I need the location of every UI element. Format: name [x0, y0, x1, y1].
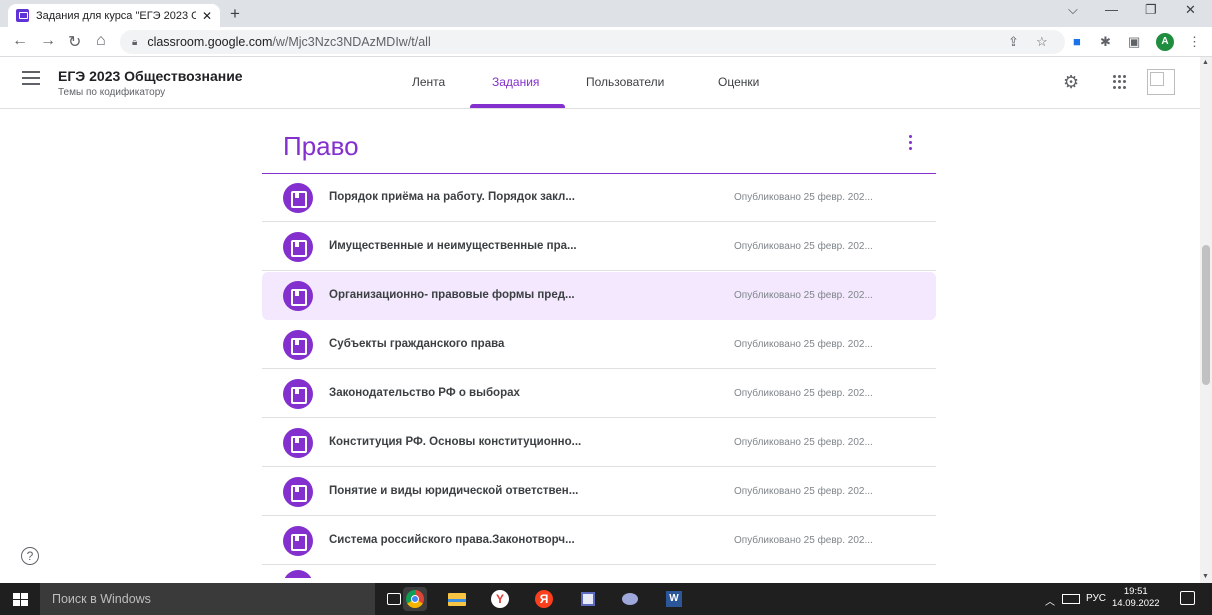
yandex-browser-icon[interactable]: Y — [488, 587, 512, 611]
assignment-date: Опубликовано 25 февр. 202... — [734, 486, 873, 497]
browser-toolbar: ← → ↻ ⌂ 🔒︎ classroom.google.com /w/Mjc3N… — [0, 27, 1212, 57]
windows-start-icon[interactable] — [13, 593, 28, 606]
chrome-taskbar-icon[interactable] — [403, 587, 427, 611]
assignment-row[interactable]: Имущественные и неимущественные пра... Оп… — [262, 223, 936, 271]
assignment-row[interactable]: Субъекты гражданского права Опубликовано … — [262, 321, 936, 369]
assignment-date: Опубликовано 25 февр. 202... — [734, 241, 873, 252]
assignment-date: Опубликовано 25 февр. 202... — [734, 339, 873, 350]
assignment-date: Опубликовано 25 февр. 202... — [734, 192, 873, 203]
tab-grades[interactable]: Оценки — [718, 75, 759, 89]
windows-search-box[interactable]: Поиск в Windows — [40, 583, 375, 615]
assignment-row[interactable]: Конституция РФ. Основы конституционно...… — [262, 419, 936, 467]
assignment-date: Опубликовано 25 февр. 202... — [734, 535, 873, 546]
close-tab-icon[interactable]: ✕ — [202, 9, 212, 23]
assignment-row[interactable]: Организационно- правовые формы пред... Оп… — [262, 272, 936, 320]
keyboard-icon[interactable] — [1062, 594, 1080, 604]
side-panel-icon[interactable]: ▣ — [1128, 34, 1140, 50]
assignment-icon — [283, 477, 313, 507]
clock-time: 19:51 — [1123, 586, 1148, 597]
word-app-icon[interactable]: W — [662, 587, 686, 611]
assignment-title: Порядок приёма на работу. Порядок закл..… — [329, 191, 575, 203]
assignment-title: Система российского права.Законотворч... — [329, 534, 575, 546]
tab-search-icon[interactable]: ⌵ — [1068, 2, 1078, 18]
course-subtitle: Темы по кодификатору — [58, 87, 166, 98]
google-apps-icon[interactable] — [1113, 75, 1127, 89]
assignment-title: Субъекты гражданского права — [329, 338, 505, 350]
assignment-icon — [283, 379, 313, 409]
browser-menu-icon[interactable]: ⋮ — [1188, 34, 1201, 50]
tab-title: Задания для курса "ЕГЭ 2023 Об — [36, 9, 196, 22]
assignment-row[interactable]: Законодательство РФ о выборах Опубликован… — [262, 370, 936, 418]
browser-tab-strip: Задания для курса "ЕГЭ 2023 Об ✕ + ⌵ — ❐… — [0, 0, 1212, 27]
assignment-icon — [283, 526, 313, 556]
assignment-icon — [283, 570, 313, 578]
forward-icon[interactable]: → — [40, 32, 56, 50]
assignment-row-partial[interactable] — [262, 566, 936, 578]
assignment-icon — [283, 428, 313, 458]
scrollbar-thumb[interactable] — [1202, 245, 1210, 385]
windows-taskbar: Поиск в Windows Y Я W ︿ РУС — [0, 583, 1212, 615]
language-indicator[interactable]: РУС — [1086, 593, 1106, 604]
back-icon[interactable]: ← — [12, 32, 28, 50]
assignment-title: Законодательство РФ о выборах — [329, 387, 520, 399]
profile-avatar[interactable]: A — [1156, 33, 1174, 51]
assignment-date: Опубликовано 25 февр. 202... — [734, 437, 873, 448]
yandex-icon[interactable]: Я — [532, 587, 556, 611]
hamburger-menu-icon[interactable] — [22, 71, 40, 85]
topic-title: Право — [283, 131, 359, 161]
reload-icon[interactable]: ↻ — [68, 32, 81, 52]
media-app-icon[interactable] — [618, 587, 642, 611]
share-icon[interactable]: ⇪ — [1008, 34, 1019, 50]
classroom-favicon-icon — [16, 9, 29, 22]
lock-icon: 🔒︎ — [132, 36, 138, 48]
topic-more-options-icon[interactable] — [905, 135, 915, 155]
assignment-title: Конституция РФ. Основы конституционно... — [329, 436, 582, 448]
assignment-row[interactable]: Система российского права.Законотворч...… — [262, 517, 936, 565]
new-tab-button[interactable]: + — [230, 4, 240, 24]
file-explorer-icon[interactable] — [445, 587, 469, 611]
assignment-icon — [283, 281, 313, 311]
browser-tab[interactable]: Задания для курса "ЕГЭ 2023 Об ✕ — [8, 4, 220, 27]
tray-chevron-icon[interactable]: ︿ — [1045, 593, 1055, 608]
assignment-icon — [283, 232, 313, 262]
classroom-header: ЕГЭ 2023 Обществознание Темы по кодифика… — [0, 57, 1200, 109]
settings-gear-icon[interactable]: ⚙ — [1063, 72, 1079, 93]
assignment-row[interactable]: Порядок приёма на работу. Порядок закл..… — [262, 174, 936, 222]
address-bar[interactable]: 🔒︎ classroom.google.com /w/Mjc3Nzc3NDAzM… — [120, 30, 1065, 54]
notifications-icon[interactable] — [1180, 591, 1195, 605]
assignment-icon — [283, 183, 313, 213]
account-avatar[interactable] — [1147, 69, 1175, 95]
scroll-up-icon[interactable]: ▲ — [1202, 59, 1209, 66]
extensions-puzzle-icon[interactable]: ✱ — [1100, 34, 1111, 50]
help-icon[interactable]: ? — [21, 547, 39, 565]
restore-icon[interactable]: ❐ — [1145, 2, 1157, 18]
settings-app-icon[interactable] — [576, 587, 600, 611]
assignment-date: Опубликовано 25 февр. 202... — [734, 290, 873, 301]
close-window-icon[interactable]: ✕ — [1185, 2, 1196, 18]
bookmark-star-icon[interactable]: ☆ — [1036, 34, 1048, 50]
assignment-icon — [283, 330, 313, 360]
tab-classwork[interactable]: Задания — [492, 75, 539, 89]
clock-date: 14.09.2022 — [1112, 598, 1160, 609]
url-host: classroom.google.com — [147, 35, 273, 49]
assignment-title: Имущественные и неимущественные пра... — [329, 240, 577, 252]
scroll-down-icon[interactable]: ▼ — [1202, 573, 1209, 580]
tab-people[interactable]: Пользователи — [586, 75, 664, 89]
taskbar-clock[interactable]: 19:51 14.09.2022 — [1112, 586, 1160, 610]
course-title[interactable]: ЕГЭ 2023 Обществознание — [58, 68, 243, 84]
minimize-icon[interactable]: — — [1105, 2, 1118, 17]
home-icon[interactable]: ⌂ — [96, 32, 106, 50]
task-view-icon[interactable] — [387, 593, 401, 605]
assignment-title: Организационно- правовые формы пред... — [329, 289, 575, 301]
url-path: /w/Mjc3Nzc3NDAzMDIw/t/all — [272, 35, 431, 49]
active-tab-indicator — [470, 104, 565, 108]
assignment-row[interactable]: Понятие и виды юридической ответствен...… — [262, 468, 936, 516]
assignment-title: Понятие и виды юридической ответствен... — [329, 485, 579, 497]
tab-stream[interactable]: Лента — [412, 75, 445, 89]
zoom-extension-icon[interactable]: ■ — [1073, 34, 1081, 49]
assignment-date: Опубликовано 25 февр. 202... — [734, 388, 873, 399]
